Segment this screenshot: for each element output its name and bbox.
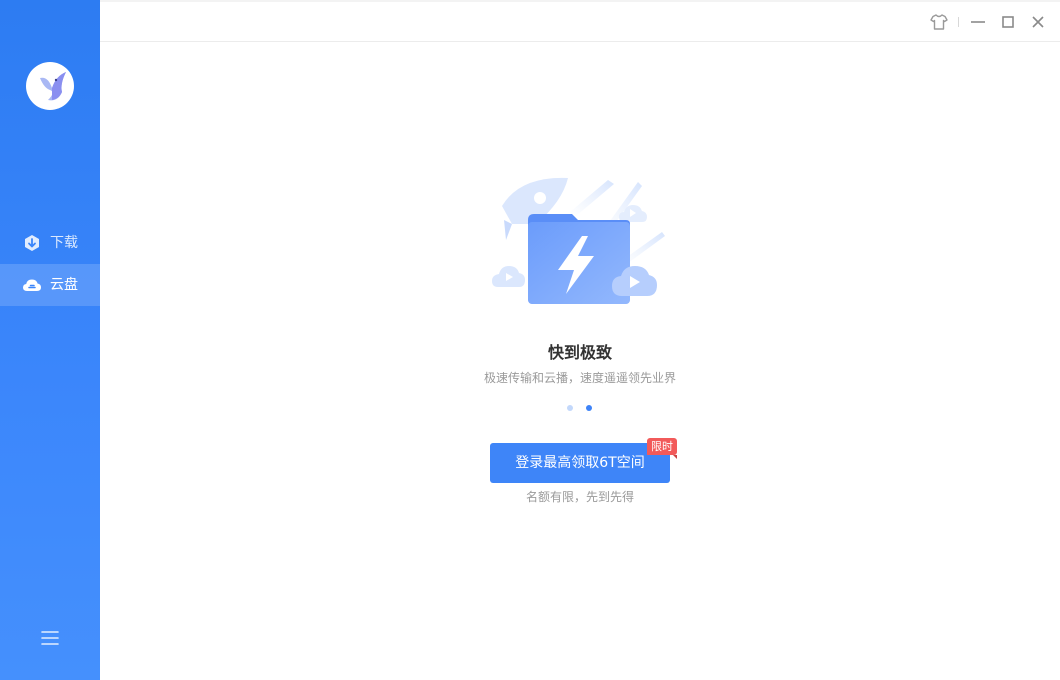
skin-icon[interactable] [929, 12, 949, 32]
titlebar-divider [958, 17, 959, 27]
carousel-dot-2[interactable] [586, 405, 592, 411]
title-bar [100, 0, 1060, 42]
limited-quota-note: 名额有限，先到先得 [525, 490, 634, 504]
download-icon [22, 233, 42, 253]
sidebar-item-label: 云盘 [50, 277, 78, 293]
headline: 快到极致 [547, 343, 612, 362]
login-claim-button[interactable]: 登录最高领取6T空间 [490, 443, 670, 483]
carousel-dot-1[interactable] [567, 405, 573, 411]
close-icon[interactable] [1028, 12, 1048, 32]
sidebar-item-label: 下载 [50, 235, 78, 251]
app-window: 下载 云盘 快到极致 极速传输和云播，速度遥遥领先业界 登录最高领取6T空间 限… [0, 0, 1060, 680]
hummingbird-logo-icon[interactable] [26, 62, 74, 110]
subheadline: 极速传输和云播，速度遥遥领先业界 [483, 371, 676, 385]
sidebar-item-download[interactable]: 下载 [0, 222, 100, 264]
cloud-drive-icon [22, 275, 42, 295]
folder-lightning-icon [490, 172, 670, 322]
limited-time-badge: 限时 [647, 438, 677, 459]
sidebar-item-cloud-drive[interactable]: 云盘 [0, 264, 100, 306]
menu-icon[interactable] [40, 629, 60, 647]
sidebar: 下载 云盘 [0, 0, 100, 680]
minimize-icon[interactable] [968, 12, 988, 32]
maximize-icon[interactable] [998, 12, 1018, 32]
